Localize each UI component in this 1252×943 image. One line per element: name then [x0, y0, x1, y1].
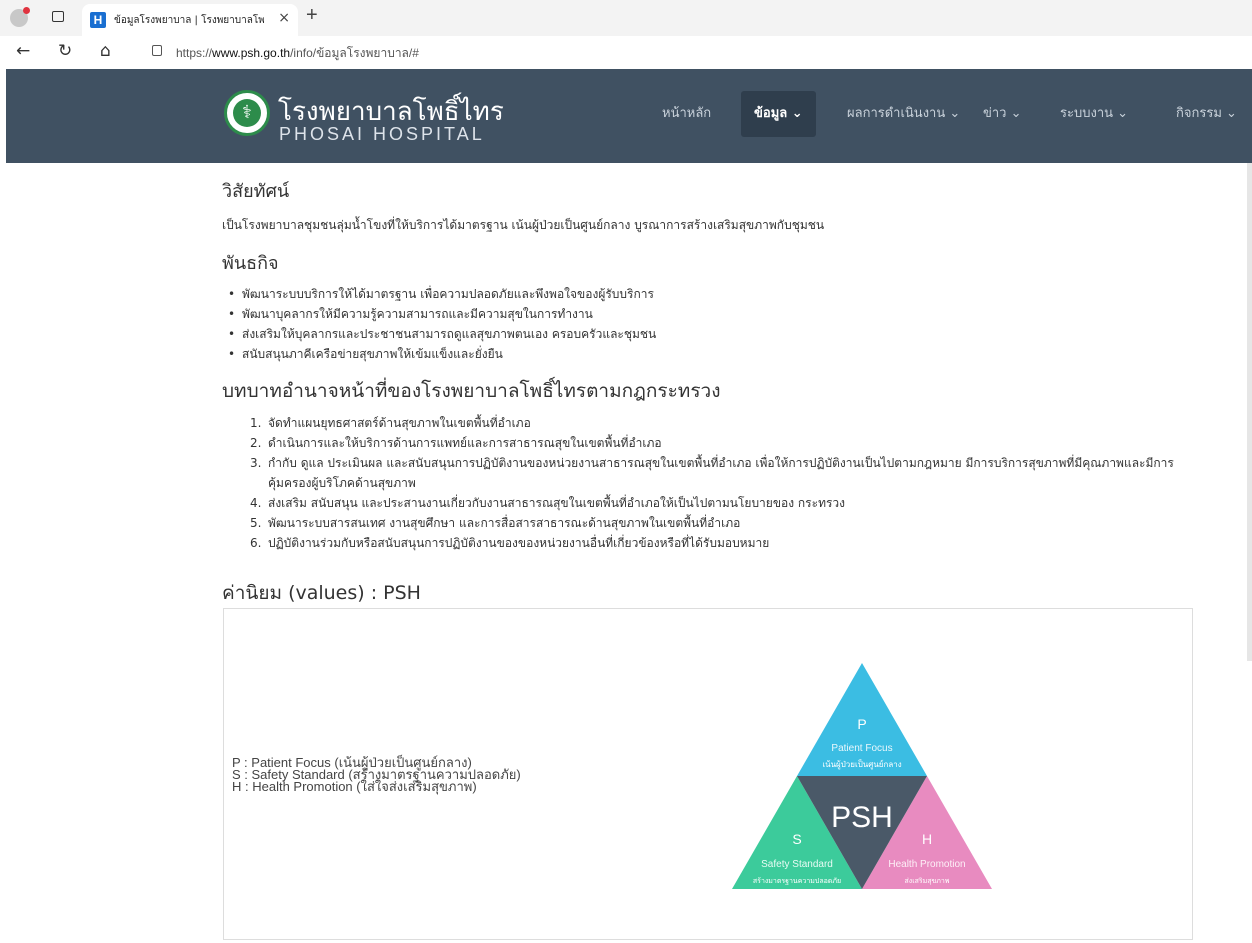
browser-tab-active[interactable]: H ข้อมูลโรงพยาบาล | โรงพยาบาลโพธิ์ไทร ×: [82, 4, 298, 36]
list-number: 5.: [250, 516, 262, 530]
list-item-text: จัดทำแผนยุทธศาสตร์ด้านสุขภาพในเขตพื้นที่…: [268, 416, 531, 430]
roles-list: 1. จัดทำแผนยุทธศาสตร์ด้านสุขภาพในเขตพื้นท…: [250, 413, 1190, 553]
diagram-h-letter: H: [922, 831, 932, 847]
menu-item-home[interactable]: หน้าหลัก: [662, 102, 711, 123]
values-legend: P : Patient Focus (เน้นผู้ป่วยเป็นศูนย์ก…: [232, 756, 521, 794]
reload-icon[interactable]: ↻: [58, 41, 72, 61]
roles-heading: บทบาทอำนาจหน้าที่ของโรงพยาบาลโพธิ์ไทรตาม…: [222, 380, 721, 402]
home-icon[interactable]: ⌂: [100, 41, 111, 61]
list-number: 1.: [250, 416, 262, 430]
menu-item-performance[interactable]: ผลการดำเนินงาน ⌄: [847, 102, 960, 123]
diagram-p-letter: P: [857, 716, 866, 732]
list-item: 3. กำกับ ดูแล ประเมินผล และสนับสนุนการปฏิ…: [250, 453, 1190, 493]
url-text: https://www.psh.go.th/info/ข้อมูลโรงพยาบ…: [176, 44, 419, 63]
diagram-h-sub: ส่งเสริมสุขภาพ: [905, 877, 950, 885]
list-number: 3.: [250, 456, 262, 470]
vision-text: เป็นโรงพยาบาลชุมชนลุ่มน้ำโขงที่ให้บริการ…: [222, 218, 825, 232]
value-line-h: H : Health Promotion (ใส่ใจส่งเสริมสุขภา…: [232, 779, 477, 794]
menu-item-systems[interactable]: ระบบงาน ⌄: [1060, 102, 1128, 123]
menu-item-info[interactable]: ข้อมูล ⌄: [741, 91, 816, 137]
list-item-text: ปฏิบัติงานร่วมกับหรือสนับสนุนการปฏิบัติง…: [268, 536, 770, 550]
diagram-s-sub: สร้างมาตรฐานความปลอดภัย: [753, 877, 841, 885]
list-item: ส่งเสริมให้บุคลากรและประชาชนสามารถดูแลสุ…: [226, 324, 656, 344]
list-item: พัฒนาระบบบริการให้ได้มาตรฐาน เพื่อความปล…: [226, 284, 656, 304]
list-item-text: ดำเนินการและให้บริการด้านการแพทย์และการส…: [268, 436, 662, 450]
list-number: 2.: [250, 436, 262, 450]
list-item: 1. จัดทำแผนยุทธศาสตร์ด้านสุขภาพในเขตพื้นท…: [250, 413, 1190, 433]
list-number: 4.: [250, 496, 262, 510]
site-header: ⚕ โรงพยาบาลโพธิ์ไทร PHOSAI HOSPITAL หน้า…: [6, 69, 1252, 163]
new-tab-button[interactable]: +: [306, 4, 318, 27]
diagram-s-title: Safety Standard: [761, 859, 833, 870]
url-prefix: https://: [176, 46, 213, 60]
list-item: 5. พัฒนาระบบสารสนเทศ งานสุขศึกษา และการสื…: [250, 513, 1190, 533]
url-path: /info/ข้อมูลโรงพยาบาล/#: [290, 46, 419, 60]
list-item: สนับสนุนภาคีเครือข่ายสุขภาพให้เข้มแข็งแล…: [226, 344, 656, 364]
site-info-icon[interactable]: [152, 45, 162, 56]
browser-address-bar: ← ↻ ⌂ https://www.psh.go.th/info/ข้อมูลโ…: [0, 36, 1252, 68]
list-item-text: พัฒนาระบบสารสนเทศ งานสุขศึกษา และการสื่อ…: [268, 516, 741, 530]
mission-heading: พันธกิจ: [222, 253, 279, 274]
site-favicon-icon: H: [90, 12, 106, 28]
menu-item-activities[interactable]: กิจกรรม ⌄: [1176, 102, 1237, 123]
vision-heading: วิสัยทัศน์: [222, 181, 290, 202]
list-number: 6.: [250, 536, 262, 550]
diagram-p-title: Patient Focus: [831, 743, 892, 754]
hospital-logo-icon[interactable]: ⚕: [224, 90, 270, 136]
list-item-text: ส่งเสริม สนับสนุน และประสานงานเกี่ยวกับง…: [268, 496, 846, 510]
menu-item-news[interactable]: ข่าว ⌄: [983, 102, 1022, 123]
back-arrow-icon[interactable]: ←: [16, 41, 30, 61]
list-item: พัฒนาบุคลากรให้มีความรู้ความสามารถและมีค…: [226, 304, 656, 324]
browser-tab-bar: H ข้อมูลโรงพยาบาล | โรงพยาบาลโพธิ์ไทร × …: [0, 0, 1252, 36]
tab-title: ข้อมูลโรงพยาบาล | โรงพยาบาลโพธิ์ไทร: [114, 15, 264, 26]
values-heading: ค่านิยม (values) : PSH: [222, 582, 421, 604]
diagram-p-sub: เน้นผู้ป่วยเป็นศูนย์กลาง: [822, 759, 901, 770]
diagram-h-title: Health Promotion: [888, 859, 965, 870]
url-field[interactable]: https://www.psh.go.th/info/ข้อมูลโรงพยาบ…: [140, 39, 1240, 65]
values-panel: P : Patient Focus (เน้นผู้ป่วยเป็นศูนย์ก…: [223, 608, 1193, 940]
profile-avatar-icon[interactable]: [10, 7, 30, 27]
psh-triangle-diagram: P Patient Focus เน้นผู้ป่วยเป็นศูนย์กลาง…: [732, 663, 992, 889]
page-scrollbar[interactable]: [1247, 163, 1252, 661]
tab-close-icon[interactable]: ×: [278, 10, 290, 26]
list-item-text: กำกับ ดูแล ประเมินผล และสนับสนุนการปฏิบั…: [268, 456, 1174, 490]
url-domain: www.psh.go.th: [212, 46, 291, 60]
diagram-s-letter: S: [792, 831, 801, 847]
list-item: 2. ดำเนินการและให้บริการด้านการแพทย์และกา…: [250, 433, 1190, 453]
notification-dot-icon: [23, 7, 30, 14]
brand-name-english[interactable]: PHOSAI HOSPITAL: [279, 124, 485, 145]
mission-list: พัฒนาระบบบริการให้ได้มาตรฐาน เพื่อความปล…: [226, 284, 656, 364]
list-item: 4. ส่งเสริม สนับสนุน และประสานงานเกี่ยวกั…: [250, 493, 1190, 513]
caduceus-icon: ⚕: [233, 99, 261, 127]
list-item: 6. ปฏิบัติงานร่วมกับหรือสนับสนุนการปฏิบัต…: [250, 533, 1190, 553]
diagram-center-text: PSH: [831, 801, 893, 834]
tab-actions-icon[interactable]: [52, 11, 64, 22]
